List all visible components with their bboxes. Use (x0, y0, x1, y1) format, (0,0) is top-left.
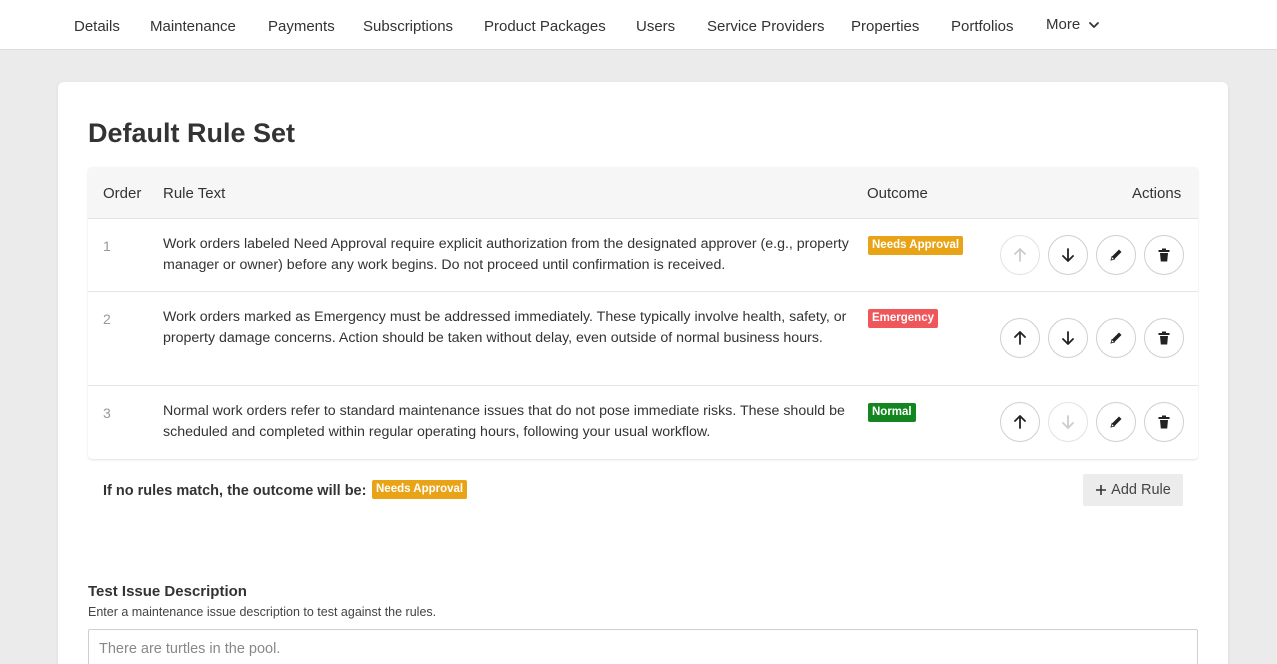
header-order: Order (103, 185, 142, 202)
arrow-down-icon (1062, 415, 1074, 429)
edit-rule-button[interactable] (1096, 402, 1136, 442)
header-actions: Actions (1132, 185, 1182, 202)
move-up-button[interactable] (1000, 318, 1040, 358)
nav-tab-payments[interactable]: Payments (268, 18, 335, 35)
arrow-up-icon (1014, 415, 1026, 429)
header-rule-text: Rule Text (163, 185, 226, 202)
move-down-button[interactable] (1048, 402, 1088, 442)
nav-tab-maintenance[interactable]: Maintenance (150, 18, 236, 35)
edit-rule-button[interactable] (1096, 318, 1136, 358)
add-rule-label: Add Rule (1111, 482, 1171, 498)
row-actions (1000, 402, 1184, 442)
rule-order: 2 (103, 311, 111, 327)
rule-text: Normal work orders refer to standard mai… (163, 403, 845, 440)
delete-rule-button[interactable] (1144, 235, 1184, 275)
rule-set-card: Default Rule Set Order Rule Text Outcome… (58, 82, 1228, 664)
arrow-down-icon (1062, 331, 1074, 345)
rule-order: 1 (103, 238, 111, 254)
nav-tab-properties[interactable]: Properties (851, 18, 919, 35)
test-issue-label: Test Issue Description (88, 583, 247, 600)
test-issue-input[interactable] (88, 629, 1198, 664)
add-rule-button[interactable]: Add Rule (1083, 474, 1183, 506)
rule-text: Work orders marked as Emergency must be … (163, 309, 847, 346)
pencil-icon (1110, 332, 1122, 344)
table-row: 1 Work orders labeled Need Approval requ… (88, 219, 1198, 292)
nav-tab-subscriptions[interactable]: Subscriptions (363, 18, 453, 35)
delete-rule-button[interactable] (1144, 318, 1184, 358)
move-up-button[interactable] (1000, 235, 1040, 275)
rule-order: 3 (103, 405, 111, 421)
nav-more-label: More (1046, 16, 1081, 33)
row-actions (1000, 235, 1184, 275)
fallback-label: If no rules match, the outcome will be: (103, 483, 367, 499)
top-nav: Details Maintenance Payments Subscriptio… (0, 0, 1277, 50)
nav-tab-product-packages[interactable]: Product Packages (484, 18, 606, 35)
pencil-icon (1110, 416, 1122, 428)
nav-tab-details[interactable]: Details (74, 18, 120, 35)
chevron-down-icon (1089, 21, 1100, 28)
table-row: 2 Work orders marked as Emergency must b… (88, 292, 1198, 386)
trash-icon (1158, 248, 1170, 262)
arrow-up-icon (1014, 248, 1026, 262)
arrow-down-icon (1062, 248, 1074, 262)
table-header: Order Rule Text Outcome Actions (88, 167, 1198, 219)
nav-tab-service-providers[interactable]: Service Providers (707, 18, 825, 35)
move-down-button[interactable] (1048, 318, 1088, 358)
row-actions (1000, 318, 1184, 358)
arrow-up-icon (1014, 331, 1026, 345)
outcome-badge-emergency: Emergency (868, 309, 939, 328)
nav-more-dropdown[interactable]: More (1046, 16, 1100, 33)
outcome-badge-needs-approval: Needs Approval (868, 236, 964, 255)
trash-icon (1158, 331, 1170, 345)
header-outcome: Outcome (867, 185, 928, 202)
edit-rule-button[interactable] (1096, 235, 1136, 275)
plus-icon (1096, 485, 1107, 495)
nav-tab-users[interactable]: Users (636, 18, 675, 35)
test-issue-help-text: Enter a maintenance issue description to… (88, 605, 437, 619)
outcome-badge-normal: Normal (868, 403, 916, 422)
trash-icon (1158, 415, 1170, 429)
fallback-outcome-badge: Needs Approval (372, 480, 468, 499)
rules-table: Order Rule Text Outcome Actions 1 Work o… (88, 167, 1198, 459)
table-row: 3 Normal work orders refer to standard m… (88, 386, 1198, 459)
move-up-button[interactable] (1000, 402, 1040, 442)
delete-rule-button[interactable] (1144, 402, 1184, 442)
move-down-button[interactable] (1048, 235, 1088, 275)
nav-tab-portfolios[interactable]: Portfolios (951, 18, 1014, 35)
page-title: Default Rule Set (88, 118, 296, 148)
rule-text: Work orders labeled Need Approval requir… (163, 236, 849, 273)
pencil-icon (1110, 249, 1122, 261)
